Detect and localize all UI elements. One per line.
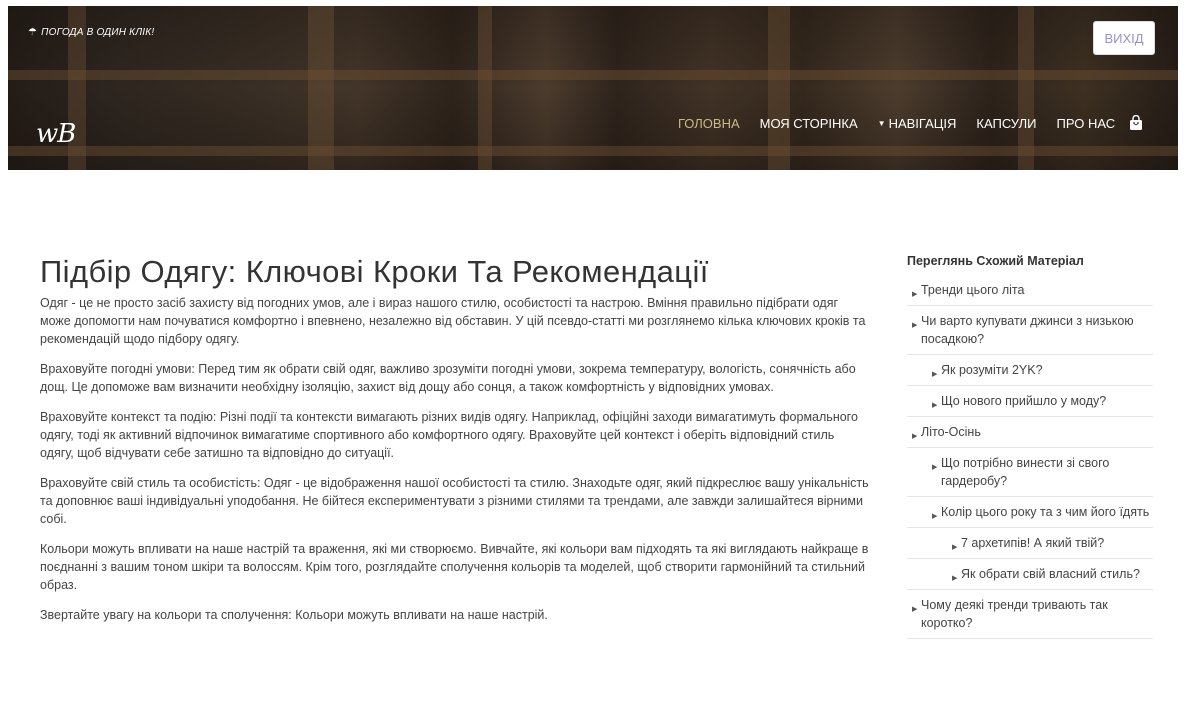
shopping-bag-icon[interactable] (1129, 114, 1143, 131)
umbrella-icon: ☂ (28, 27, 38, 38)
related-link[interactable]: ▶ Що нового прийшло у моду? (907, 386, 1153, 417)
related-link[interactable]: ▶ Що потрібно винести зі свого гардеробу? (907, 448, 1153, 497)
related-link[interactable]: ▶ Як обрати свій власний стиль? (907, 559, 1153, 590)
related-link[interactable]: ▶ Чи варто купувати джинси з низькою поса… (907, 306, 1153, 355)
sidebar-heading: Переглянь Схожий Матеріал (907, 254, 1084, 268)
related-link-label: Що нового прийшло у моду? (941, 394, 1107, 408)
related-link[interactable]: ▶ Тренди цього літа (907, 275, 1153, 306)
triangle-right-icon: ▶ (932, 402, 938, 409)
triangle-right-icon: ▶ (912, 322, 918, 329)
article-paragraph: Кольори можуть впливати на наше настрій … (40, 542, 869, 592)
hero-banner: ☂ ПОГОДА В ОДИН КЛІК! wB ГОЛОВНА МОЯ СТО… (8, 6, 1178, 170)
triangle-right-icon: ▶ (932, 371, 938, 378)
nav-item-my-page[interactable]: МОЯ СТОРІНКА (760, 116, 858, 131)
site-logo[interactable]: wB (36, 119, 76, 149)
triangle-right-icon: ▶ (952, 575, 958, 582)
nav-item-home[interactable]: ГОЛОВНА (678, 116, 740, 131)
related-link-label: Чи варто купувати джинси з низькою посад… (921, 314, 1134, 346)
article-paragraph: Звертайте увагу на кольори та сполучення… (40, 608, 548, 622)
nav-item-navigation[interactable]: ▼ НАВІГАЦІЯ (878, 116, 957, 131)
article-title: Підбір Одягу: Ключові Кроки Та Рекоменда… (40, 254, 709, 289)
background-bar (8, 146, 1178, 156)
related-link-label: Що потрібно винести зі свого гардеробу? (941, 456, 1110, 488)
caret-down-icon: ▼ (877, 118, 886, 128)
article: Підбір Одягу: Ключові Кроки Та Рекоменда… (40, 252, 870, 636)
related-link-label: Колір цього року та з чим його їдять (941, 505, 1150, 519)
related-link-label: Тренди цього літа (921, 283, 1025, 297)
related-link[interactable]: ▶ 7 архетипів! А який твій? (907, 528, 1153, 559)
background-bar (8, 70, 1178, 80)
triangle-right-icon: ▶ (932, 464, 938, 471)
related-sidebar: Переглянь Схожий Матеріал ▶ Тренди цього … (907, 254, 1153, 639)
triangle-right-icon: ▶ (952, 544, 958, 551)
triangle-right-icon: ▶ (932, 513, 938, 520)
weather-link[interactable]: ☂ ПОГОДА В ОДИН КЛІК! (28, 27, 154, 38)
related-link-label: Як обрати свій власний стиль? (961, 567, 1140, 581)
triangle-right-icon: ▶ (912, 606, 918, 613)
related-link-label: Літо-Осінь (921, 425, 981, 439)
related-link-label: Чому деякі тренди тривають так коротко? (921, 598, 1108, 630)
related-link-label: 7 архетипів! А який твій? (961, 536, 1105, 550)
related-link[interactable]: ▶ Колір цього року та з чим його їдять (907, 497, 1153, 528)
weather-link-label: ПОГОДА В ОДИН КЛІК! (41, 27, 155, 38)
nav-item-navigation-label: НАВІГАЦІЯ (888, 115, 957, 131)
related-link[interactable]: ▶ Літо-Осінь (907, 417, 1153, 448)
nav-item-about[interactable]: ПРО НАС (1057, 116, 1116, 131)
article-paragraph: Враховуйте погодні умови: Перед тим як о… (40, 362, 856, 394)
article-paragraph: Враховуйте свій стиль та особистість: Од… (40, 476, 869, 526)
related-link-label: Як розуміти 2YK? (941, 363, 1043, 377)
triangle-right-icon: ▶ (912, 291, 918, 298)
related-list: ▶ Тренди цього літа ▶ Чи варто купувати дж… (907, 275, 1153, 639)
nav-item-capsules[interactable]: КАПСУЛИ (976, 116, 1036, 131)
triangle-right-icon: ▶ (912, 433, 918, 440)
related-link[interactable]: ▶ Як розуміти 2YK? (907, 355, 1153, 386)
main-nav: ГОЛОВНА МОЯ СТОРІНКА ▼ НАВІГАЦІЯ КАПСУЛИ … (678, 114, 1143, 131)
related-link[interactable]: ▶ Чому деякі тренди тривають так коротко? (907, 590, 1153, 639)
logout-button[interactable]: ВИХІД (1093, 21, 1155, 55)
article-paragraph: Одяг - це не просто засіб захисту від по… (40, 296, 866, 346)
article-paragraph: Враховуйте контекст та подію: Різні поді… (40, 410, 858, 460)
